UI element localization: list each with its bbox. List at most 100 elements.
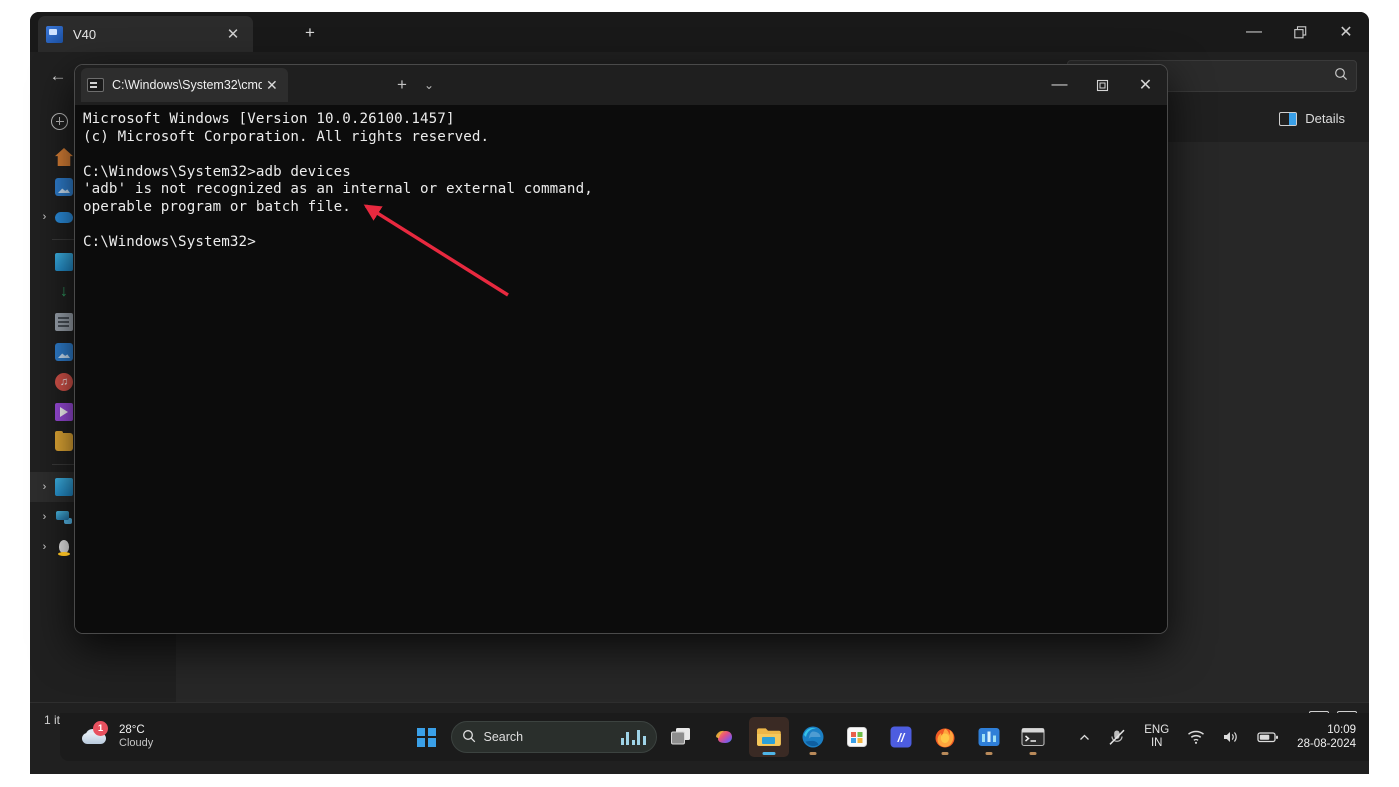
volume-button[interactable] [1215,720,1247,754]
minimize-icon[interactable]: — [1231,12,1277,52]
clock-widget[interactable]: 10:09 28-08-2024 [1289,723,1364,752]
task-view-icon [670,728,690,745]
tray-overflow-button[interactable] [1071,720,1098,754]
volume-icon [1224,732,1237,742]
chevron-right-icon[interactable]: › [36,541,53,553]
terminal-body[interactable]: Microsoft Windows [Version 10.0.26100.14… [75,105,1167,633]
condition-label: Cloudy [119,737,154,750]
chevron-right-icon[interactable]: › [36,511,53,523]
cmd-window-controls: — ✕ [1038,65,1167,105]
app-m-icon: // [890,726,911,748]
running-indicator [809,752,816,755]
chevron-up-icon [1080,734,1090,740]
taskbar-center-group: Search // [407,717,1053,757]
chevron-right-icon[interactable]: › [36,481,53,493]
taskbar-item-microsoft-edge[interactable] [793,717,833,757]
close-icon[interactable]: ✕ [262,77,282,94]
clock-time: 10:09 [1327,723,1356,736]
chevron-right-icon[interactable]: › [36,211,53,223]
screen: V40 ✕ + — ✕ ← Details › ↓ ♫ › › › 1 1 28… [0,0,1399,787]
cmd-titlebar: C:\Windows\System32\cmd.e ✕ + ⌄ — ✕ [75,65,1167,105]
onedrive-icon [55,208,73,226]
documents-icon [55,313,73,331]
search-glyph [462,729,475,742]
maximize-icon[interactable] [1081,65,1124,105]
language-indicator[interactable]: ENG IN [1136,724,1177,750]
close-icon[interactable]: ✕ [1124,65,1167,105]
taskbar-item-firefox[interactable] [925,717,965,757]
v40-tab-label: V40 [73,26,97,42]
linux-icon [55,538,73,556]
system-tray: ENG IN 10:09 28-08-2024 [1071,717,1369,757]
cmd-tab[interactable]: C:\Windows\System32\cmd.e ✕ [81,68,288,102]
v40-tab[interactable]: V40 ✕ [38,16,253,52]
command-prompt-icon [1020,727,1045,747]
console-icon [87,78,104,92]
network-icon [55,508,73,526]
command-prompt-window: C:\Windows\System32\cmd.e ✕ + ⌄ — ✕ Micr… [74,64,1168,634]
terminal-output: Microsoft Windows [Version 10.0.26100.14… [83,111,593,251]
running-indicator [941,752,948,755]
search-input[interactable]: Search [450,721,657,753]
monitor-icon [46,25,63,43]
minimize-icon[interactable]: — [1038,65,1081,105]
details-panel-icon [1279,111,1298,126]
back-button[interactable]: ← [42,60,74,92]
taskbar: 1 28°C Cloudy Search // ENG IN 10:09 28-… [60,713,1369,761]
details-button-label: Details [1305,111,1345,126]
weather-widget[interactable]: 1 28°C Cloudy [70,718,163,756]
home-icon [55,148,73,166]
microphone-muted-icon [1109,729,1125,745]
analytics-icon [978,728,999,746]
file-explorer-icon [756,728,781,746]
cmd-tab-label: C:\Windows\System32\cmd.e [112,78,262,92]
start-icon [417,727,436,747]
copilot-icon [715,730,732,743]
microsoft-store-icon [846,727,867,747]
edge-icon [802,726,823,748]
language-secondary: IN [1150,737,1163,749]
running-indicator [762,752,775,755]
microphone-muted-button[interactable] [1101,720,1133,754]
notification-badge: 1 [93,721,108,736]
battery-button[interactable] [1250,720,1286,754]
close-icon[interactable]: ✕ [1323,12,1369,52]
this-pc-icon [55,478,73,496]
restore-icon[interactable] [1277,12,1323,52]
taskbar-item-file-explorer[interactable] [748,717,789,757]
notifications-button[interactable] [1367,729,1369,746]
search-icon [462,729,476,746]
desktop-icon [55,253,73,271]
new-tab-button[interactable]: + [392,75,412,95]
cloud-icon: 1 [80,721,110,749]
taskbar-item-copilot[interactable] [705,717,745,757]
taskbar-item-app-blue[interactable] [969,717,1009,757]
search-glyph [1335,67,1348,80]
restore-glyph [1293,25,1306,38]
close-icon[interactable]: ✕ [221,22,245,46]
taskbar-item-command-prompt[interactable] [1013,717,1053,757]
start-button[interactable] [407,717,447,757]
search-placeholder: Search [483,730,524,744]
taskbar-item-app-m[interactable]: // [881,717,921,757]
maximize-glyph [1096,79,1109,91]
v40-titlebar: V40 ✕ + — ✕ [30,12,1369,52]
clock-date: 28-08-2024 [1297,738,1356,750]
taskbar-item-microsoft-store[interactable] [837,717,877,757]
gallery-icon [55,178,73,196]
wifi-button[interactable] [1180,720,1212,754]
details-pane-button[interactable]: Details [1269,105,1355,132]
music-icon [55,373,73,391]
temperature-label: 28°C [119,723,145,736]
taskbar-item-task-view[interactable] [661,717,701,757]
search-highlights-icon [620,729,646,745]
folder-icon [55,431,73,451]
wifi-icon [1188,730,1205,744]
chevron-down-icon[interactable]: ⌄ [419,76,439,94]
weather-text: 28°C Cloudy [119,723,153,751]
running-indicator [1029,752,1036,755]
search-icon [1334,67,1348,86]
new-tab-button[interactable]: + [298,22,322,46]
plus-circle-icon [51,112,68,130]
battery-icon [1257,732,1279,743]
